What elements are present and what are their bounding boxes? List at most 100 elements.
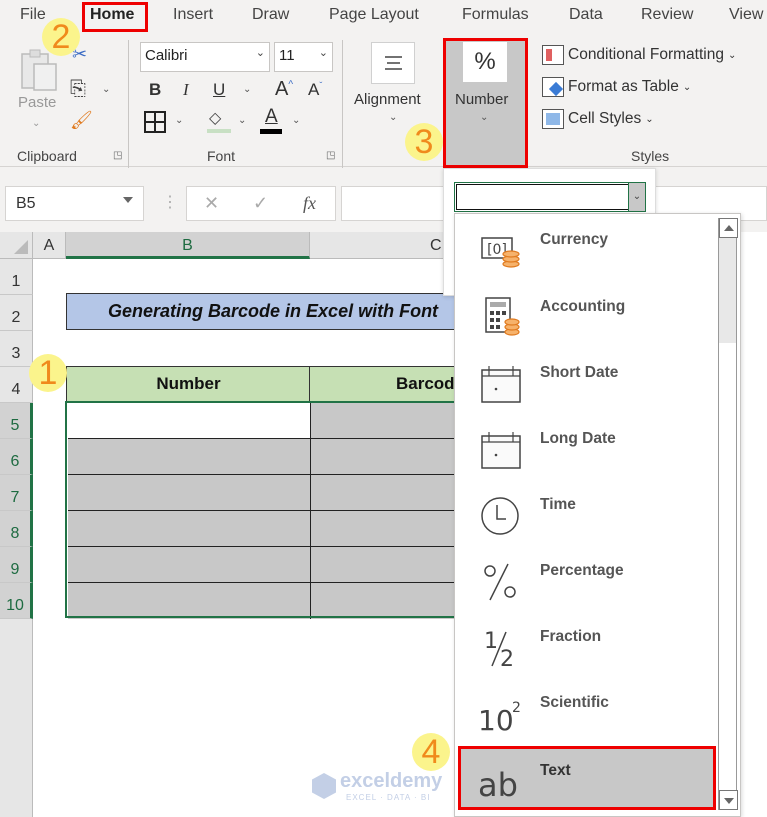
cell-c7[interactable] bbox=[311, 475, 471, 511]
percent-icon bbox=[484, 563, 516, 601]
chevron-down-icon: ⌄ bbox=[318, 47, 328, 59]
underline-button[interactable]: U bbox=[213, 80, 225, 100]
clipboard-launcher-icon[interactable]: ◳ bbox=[113, 150, 122, 161]
svg-text:1: 1 bbox=[484, 629, 498, 654]
format-painter-icon[interactable]: 🖌 bbox=[70, 110, 93, 131]
paste-dropdown-icon[interactable]: ⌄ bbox=[32, 118, 40, 129]
number-format-list: [0] Currency Accounting Short Date Long … bbox=[454, 213, 741, 817]
tab-draw[interactable]: Draw bbox=[252, 6, 289, 24]
format-option-scientific[interactable]: 10 2 Scientific bbox=[458, 678, 716, 744]
header-cell-number[interactable]: Number bbox=[66, 366, 311, 402]
format-option-text[interactable]: ab Text bbox=[458, 746, 716, 810]
font-color-dropdown-icon[interactable]: ⌄ bbox=[292, 115, 300, 126]
increase-font-size-button[interactable]: A^ bbox=[275, 78, 293, 101]
cell-b7[interactable] bbox=[68, 475, 311, 511]
font-size-value: 11 bbox=[279, 47, 295, 64]
cell-b10[interactable] bbox=[68, 583, 311, 619]
step-marker-2: 2 bbox=[42, 18, 80, 56]
column-header-b[interactable]: B bbox=[66, 232, 310, 259]
format-as-table-icon bbox=[542, 77, 564, 97]
name-box-dropdown-icon[interactable] bbox=[123, 197, 133, 203]
underline-dropdown-icon[interactable]: ⌄ bbox=[243, 84, 251, 95]
clock-icon bbox=[481, 497, 519, 535]
enter-icon[interactable]: ✓ bbox=[253, 193, 268, 214]
cell-b8[interactable] bbox=[68, 511, 311, 547]
row-header-6[interactable]: 6 bbox=[0, 439, 33, 475]
number-format-combo[interactable]: ⌄ bbox=[454, 182, 646, 212]
alignment-button[interactable] bbox=[371, 42, 415, 84]
tab-data[interactable]: Data bbox=[569, 6, 603, 24]
cell-c5[interactable] bbox=[311, 403, 471, 439]
cell-c10[interactable] bbox=[311, 583, 471, 619]
row-header-8[interactable]: 8 bbox=[0, 511, 33, 547]
font-size-combo[interactable]: 11 ⌄ bbox=[274, 42, 333, 72]
format-option-percentage[interactable]: Percentage bbox=[458, 546, 716, 612]
column-header-a[interactable]: A bbox=[33, 232, 66, 259]
select-all-button[interactable] bbox=[0, 232, 33, 259]
row-header-5[interactable]: 5 bbox=[0, 403, 33, 439]
calendar-icon bbox=[481, 432, 521, 469]
fill-color-dropdown-icon[interactable]: ⌄ bbox=[238, 115, 246, 126]
tab-formulas[interactable]: Formulas bbox=[462, 6, 529, 24]
insert-function-icon[interactable]: fx bbox=[303, 193, 316, 214]
tab-insert[interactable]: Insert bbox=[173, 6, 213, 24]
font-launcher-icon[interactable]: ◳ bbox=[326, 150, 335, 161]
number-format-input[interactable] bbox=[456, 184, 629, 210]
row-header-1[interactable]: 1 bbox=[0, 259, 33, 295]
tab-review[interactable]: Review bbox=[641, 6, 693, 24]
name-box[interactable]: B5 bbox=[5, 186, 144, 221]
row-header-3[interactable]: 3 bbox=[0, 331, 33, 367]
copy-icon[interactable]: ⎘ bbox=[70, 78, 86, 101]
divider bbox=[128, 40, 129, 170]
conditional-formatting-button[interactable]: Conditional Formatting ⌄ bbox=[542, 45, 736, 65]
copy-dropdown-icon[interactable]: ⌄ bbox=[102, 84, 110, 95]
scrollbar[interactable] bbox=[718, 218, 738, 810]
cell-c8[interactable] bbox=[311, 511, 471, 547]
format-option-time[interactable]: Time bbox=[458, 480, 716, 546]
font-name-value: Calibri bbox=[145, 47, 188, 64]
chevron-down-icon[interactable]: ⌄ bbox=[628, 183, 645, 211]
font-color-icon[interactable]: A bbox=[260, 106, 284, 134]
scroll-down-button[interactable] bbox=[719, 790, 738, 810]
cell-styles-button[interactable]: Cell Styles ⌄ bbox=[542, 109, 654, 129]
alignment-label[interactable]: Alignment bbox=[354, 91, 421, 108]
tab-view[interactable]: View bbox=[729, 6, 763, 24]
drag-handle-icon[interactable]: ⋮ bbox=[162, 192, 178, 212]
row-header-7[interactable]: 7 bbox=[0, 475, 33, 511]
format-as-table-button[interactable]: Format as Table ⌄ bbox=[542, 77, 691, 97]
cell-c9[interactable] bbox=[311, 547, 471, 583]
tab-page-layout[interactable]: Page Layout bbox=[329, 6, 419, 24]
scroll-up-button[interactable] bbox=[719, 218, 738, 238]
step-marker-3: 3 bbox=[405, 123, 443, 161]
font-name-combo[interactable]: Calibri ⌄ bbox=[140, 42, 270, 72]
percent-icon: % bbox=[463, 42, 507, 82]
number-label: Number bbox=[455, 91, 509, 108]
format-option-short-date[interactable]: Short Date bbox=[458, 348, 716, 414]
cell-b5[interactable] bbox=[68, 403, 311, 439]
title-cell[interactable]: Generating Barcode in Excel with Font bbox=[66, 293, 466, 330]
row-header-2[interactable]: 2 bbox=[0, 295, 33, 331]
italic-button[interactable]: I bbox=[183, 80, 189, 100]
alignment-dropdown-icon[interactable]: ⌄ bbox=[389, 112, 397, 123]
tab-file[interactable]: File bbox=[20, 6, 46, 24]
cell-c6[interactable] bbox=[311, 439, 471, 475]
svg-text:2: 2 bbox=[500, 647, 514, 668]
format-option-currency[interactable]: [0] Currency bbox=[458, 216, 716, 282]
cell-styles-icon bbox=[542, 109, 564, 129]
cell-b6[interactable] bbox=[68, 439, 311, 475]
cancel-icon[interactable]: ✕ bbox=[204, 193, 219, 214]
bold-button[interactable]: B bbox=[149, 80, 161, 100]
paste-label[interactable]: Paste bbox=[18, 94, 56, 111]
borders-icon[interactable] bbox=[144, 111, 166, 133]
borders-dropdown-icon[interactable]: ⌄ bbox=[175, 115, 183, 126]
format-option-fraction[interactable]: 12 Fraction bbox=[458, 612, 716, 678]
scrollbar-track[interactable] bbox=[719, 238, 736, 343]
row-header-9[interactable]: 9 bbox=[0, 547, 33, 583]
header-cell-barcode[interactable]: Barcode bbox=[309, 366, 469, 402]
format-option-accounting[interactable]: Accounting bbox=[458, 282, 716, 348]
cell-b9[interactable] bbox=[68, 547, 311, 583]
fill-color-icon[interactable]: ◇ bbox=[207, 108, 231, 134]
row-header-10[interactable]: 10 bbox=[0, 583, 33, 619]
decrease-font-size-button[interactable]: Aˇ bbox=[308, 80, 322, 100]
format-option-long-date[interactable]: Long Date bbox=[458, 414, 716, 480]
